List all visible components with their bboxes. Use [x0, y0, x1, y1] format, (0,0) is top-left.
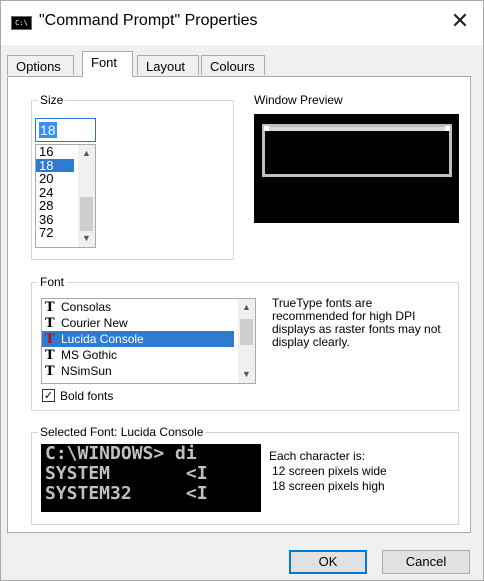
size-option[interactable]: 20: [36, 172, 74, 186]
char-width-text: 12 screen pixels wide: [272, 464, 387, 478]
truetype-icon: T: [45, 332, 55, 347]
font-option[interactable]: T Consolas: [42, 299, 234, 315]
tab-font[interactable]: Font: [82, 51, 133, 77]
font-option[interactable]: T Courier New: [42, 315, 234, 331]
font-option-label: NSimSun: [61, 364, 112, 378]
font-option-label: Consolas: [61, 300, 112, 314]
tab-colours[interactable]: Colours: [201, 55, 265, 75]
preview-corner: [445, 126, 450, 131]
font-list-scrollbar[interactable]: ▲ ▼: [238, 299, 255, 383]
tab-options[interactable]: Options: [7, 55, 74, 75]
title-bar[interactable]: C:\ "Command Prompt" Properties ✕: [1, 1, 483, 45]
preview-corner: [264, 126, 269, 131]
size-list[interactable]: 16 18 20 24 28 36 72 ▲ ▼: [35, 144, 96, 248]
size-option[interactable]: 24: [36, 185, 74, 200]
tab-layout[interactable]: Layout: [137, 55, 199, 75]
font-option-label: MS Gothic: [61, 348, 118, 362]
properties-dialog: C:\ "Command Prompt" Properties ✕ Option…: [0, 0, 484, 581]
char-height-text: 18 screen pixels high: [272, 479, 385, 493]
bold-fonts-label[interactable]: Bold fonts: [60, 389, 113, 403]
font-option-label: Lucida Console: [61, 332, 144, 346]
size-option-selected[interactable]: 18: [36, 158, 74, 172]
window-preview-label: Window Preview: [254, 93, 343, 107]
cancel-button[interactable]: Cancel: [382, 550, 470, 574]
size-option[interactable]: 72: [36, 226, 74, 240]
font-list[interactable]: T Consolas T Courier New T Lucida Console T…: [41, 298, 256, 384]
font-option[interactable]: T NSimSun: [42, 363, 234, 379]
preview-window-frame: [262, 124, 452, 177]
command-prompt-icon: C:\: [11, 16, 32, 30]
sample-line: SYSTEM32 <I: [45, 483, 208, 504]
window-preview: [254, 114, 459, 223]
close-button[interactable]: ✕: [443, 7, 477, 37]
preview-title-bar: [265, 127, 449, 131]
size-option[interactable]: 36: [36, 212, 74, 227]
font-option-selected[interactable]: T Lucida Console: [42, 331, 234, 347]
size-list-scrollbar[interactable]: ▲ ▼: [78, 145, 95, 247]
font-sample-preview: C:\WINDOWS> di SYSTEM <I SYSTEM32 <I: [41, 444, 261, 512]
font-option-label: Courier New: [61, 316, 128, 330]
truetype-icon: T: [45, 316, 55, 331]
sample-line: SYSTEM <I: [45, 463, 208, 484]
size-input[interactable]: 18: [35, 118, 96, 142]
bold-fonts-checkbox[interactable]: ✓: [42, 389, 55, 402]
size-input-value: 18: [39, 122, 57, 138]
window-title: "Command Prompt" Properties: [39, 12, 258, 29]
size-option[interactable]: 28: [36, 199, 74, 213]
selected-font-label: Selected Font: Lucida Console: [38, 425, 206, 439]
size-group-label: Size: [38, 93, 66, 107]
truetype-note: TrueType fonts are recommended for high …: [272, 296, 441, 349]
font-option[interactable]: T MS Gothic: [42, 347, 234, 363]
scroll-down-arrow-icon[interactable]: ▼: [238, 366, 255, 383]
scroll-up-arrow-icon[interactable]: ▲: [78, 145, 95, 162]
truetype-icon: T: [45, 300, 55, 315]
sample-line: C:\WINDOWS> di: [45, 444, 197, 464]
scroll-up-arrow-icon[interactable]: ▲: [238, 299, 255, 316]
truetype-icon: T: [45, 364, 55, 379]
font-group-label: Font: [38, 275, 67, 289]
ok-button[interactable]: OK: [289, 550, 367, 574]
scroll-thumb[interactable]: [240, 319, 253, 345]
char-info-heading: Each character is:: [269, 449, 366, 463]
size-option[interactable]: 16: [36, 145, 74, 159]
character-size-info: Each character is: 12 screen pixels wide…: [269, 449, 387, 494]
scroll-down-arrow-icon[interactable]: ▼: [78, 230, 95, 247]
truetype-icon: T: [45, 348, 55, 363]
scroll-thumb[interactable]: [80, 197, 93, 231]
